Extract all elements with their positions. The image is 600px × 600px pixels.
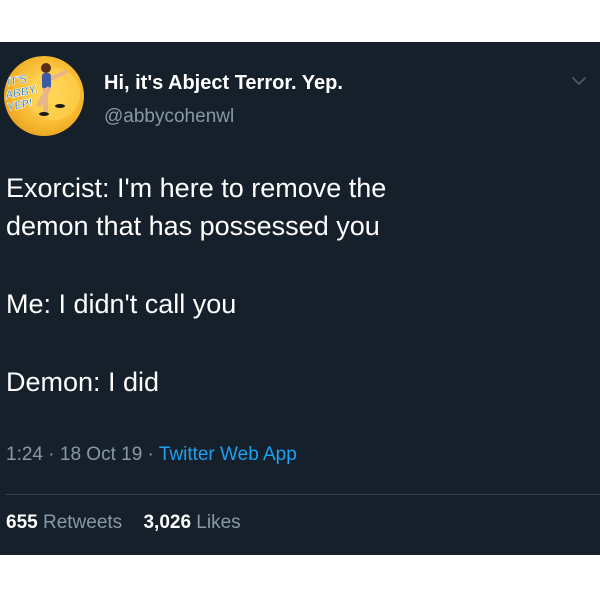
tweet-date[interactable]: 18 Oct 19 <box>60 444 142 465</box>
meta-separator: · <box>48 444 55 465</box>
tweet-line: Exorcist: I'm here to remove the <box>6 173 387 203</box>
meta-separator: · <box>147 444 154 465</box>
tweet-line: Me: I didn't call you <box>6 289 237 319</box>
display-name[interactable]: Hi, it's Abject Terror. Yep. <box>104 72 343 95</box>
user-handle[interactable]: @abbycohenwl <box>104 106 234 128</box>
tweet-text: Exorcist: I'm here to remove the demon t… <box>6 169 586 401</box>
tweet-line: Demon: I did <box>6 367 160 397</box>
likes-label: Likes <box>196 512 241 533</box>
likes-count: 3,026 <box>143 512 192 533</box>
tweet-source-link[interactable]: Twitter Web App <box>159 444 297 465</box>
retweets-label: Retweets <box>42 512 123 533</box>
retweets-stat[interactable]: 655 Retweets <box>6 512 122 533</box>
chevron-down-icon[interactable] <box>570 72 588 90</box>
tweet-metadata: 1:24 · 18 Oct 19 · Twitter Web App <box>6 444 297 466</box>
tweet-card: IT'S ABBY. YEP! Hi, it's Abject Terror. … <box>0 42 600 555</box>
retweets-count: 655 <box>6 512 38 533</box>
tweet-line: demon that has possessed you <box>6 211 380 241</box>
avatar[interactable]: IT'S ABBY. YEP! <box>4 56 84 136</box>
avatar-image: IT'S ABBY. YEP! <box>4 63 80 120</box>
divider <box>6 494 600 495</box>
likes-stat[interactable]: 3,026 Likes <box>143 512 240 533</box>
tweet-time[interactable]: 1:24 <box>6 444 43 465</box>
tweet-stats: 655 Retweets 3,026 Likes <box>6 512 241 534</box>
